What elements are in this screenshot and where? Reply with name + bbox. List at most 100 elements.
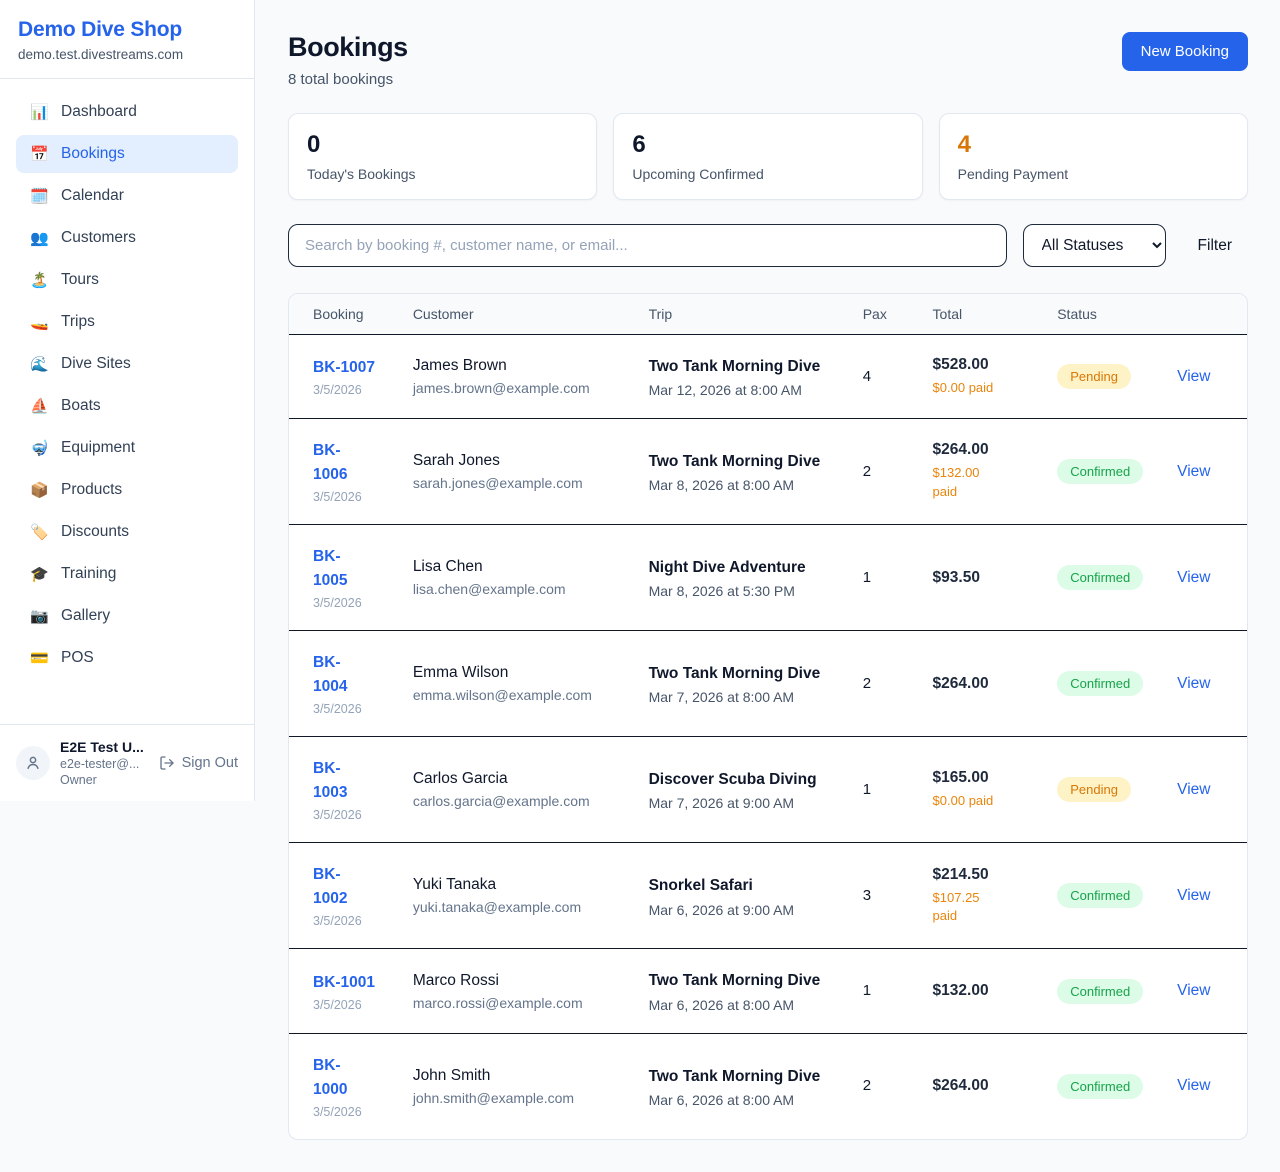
table-row: BK-10073/5/2026James Brownjames.brown@ex… xyxy=(289,335,1247,419)
trip-date: Mar 6, 2026 at 9:00 AM xyxy=(649,902,839,918)
booking-id-link[interactable]: BK- 1004 xyxy=(313,651,347,699)
booking-id-link[interactable]: BK-1001 xyxy=(313,971,375,995)
booking-cell: BK-10013/5/2026 xyxy=(289,949,401,1033)
total-amount: $264.00 xyxy=(933,675,1034,693)
controls-row: All Statuses Filter xyxy=(288,224,1248,267)
pax-cell: 1 xyxy=(851,525,921,631)
sidebar-item-label: Boats xyxy=(61,397,101,415)
sidebar-item-bookings[interactable]: 📅Bookings xyxy=(16,135,238,173)
trip-cell: Two Tank Morning DiveMar 8, 2026 at 8:00… xyxy=(637,419,851,525)
package-icon: 📦 xyxy=(30,483,48,498)
booking-cell: BK- 10023/5/2026 xyxy=(289,843,401,949)
trip-cell: Two Tank Morning DiveMar 12, 2026 at 8:0… xyxy=(637,335,851,419)
sidebar-item-customers[interactable]: 👥Customers xyxy=(16,219,238,257)
sidebar-item-tours[interactable]: 🏝️Tours xyxy=(16,261,238,299)
sidebar-item-discounts[interactable]: 🏷️Discounts xyxy=(16,513,238,551)
total-amount: $264.00 xyxy=(933,1077,1034,1095)
pax-cell: 4 xyxy=(851,335,921,419)
calendar-bookings-icon: 📅 xyxy=(30,147,48,162)
booking-cell: BK- 1000 3/5/2026 xyxy=(289,1033,401,1139)
search-input[interactable] xyxy=(288,224,1007,267)
customer-email: carlos.garcia@example.com xyxy=(413,793,625,809)
view-link[interactable]: View xyxy=(1177,368,1210,385)
brand-title: Demo Dive Shop xyxy=(18,18,236,42)
sidebar-item-dashboard[interactable]: 📊Dashboard xyxy=(16,93,238,131)
status-badge: Confirmed xyxy=(1057,979,1143,1004)
status-badge: Pending xyxy=(1057,777,1131,802)
pax-value: 4 xyxy=(863,368,871,385)
booking-date: 3/5/2026 xyxy=(313,490,389,504)
customer-name: Yuki Tanaka xyxy=(413,876,625,894)
sidebar-nav: 📊Dashboard 📅Bookings 🗓️Calendar 👥Customers 🏝… xyxy=(0,79,254,724)
sidebar-item-gallery[interactable]: 📷Gallery xyxy=(16,597,238,635)
pax-cell: 1 xyxy=(851,737,921,843)
sidebar-item-pos[interactable]: 💳POS xyxy=(16,639,238,677)
page-header: Bookings 8 total bookings New Booking xyxy=(288,32,1248,88)
status-filter-select[interactable]: All Statuses xyxy=(1023,224,1166,267)
pax-cell: 2 xyxy=(851,419,921,525)
sidebar-item-calendar[interactable]: 🗓️Calendar xyxy=(16,177,238,215)
booking-date: 3/5/2026 xyxy=(313,808,389,822)
customer-cell: Lisa Chenlisa.chen@example.com xyxy=(401,525,637,631)
sidebar-item-training[interactable]: 🎓Training xyxy=(16,555,238,593)
total-cell: $528.00$0.00 paid xyxy=(921,335,1046,419)
status-cell: Pending xyxy=(1045,737,1165,843)
booking-id-link[interactable]: BK- 1003 xyxy=(313,757,347,805)
pax-cell: 2 xyxy=(851,1033,921,1139)
sidebar-item-products[interactable]: 📦Products xyxy=(16,471,238,509)
speedboat-icon: 🚤 xyxy=(30,315,48,330)
trip-date: Mar 7, 2026 at 8:00 AM xyxy=(649,689,839,705)
view-link[interactable]: View xyxy=(1177,982,1210,999)
page-title: Bookings xyxy=(288,32,408,63)
sidebar-item-dive-sites[interactable]: 🌊Dive Sites xyxy=(16,345,238,383)
sidebar-item-label: Tours xyxy=(61,271,99,289)
customer-name: Emma Wilson xyxy=(413,664,625,682)
user-info: E2E Test U... e2e-tester@... Owner xyxy=(60,739,149,787)
sidebar-item-trips[interactable]: 🚤 Trips xyxy=(16,303,238,341)
trip-cell: Two Tank Morning DiveMar 6, 2026 at 8:00… xyxy=(637,949,851,1033)
avatar xyxy=(16,746,50,780)
total-cell: $264.00 xyxy=(921,631,1046,737)
sidebar-item-label: Trips xyxy=(61,313,95,331)
customer-cell: John Smithjohn.smith@example.com xyxy=(401,1033,637,1139)
table-body: BK-10073/5/2026James Brownjames.brown@ex… xyxy=(289,335,1247,1139)
view-link[interactable]: View xyxy=(1177,1077,1210,1094)
status-badge: Confirmed xyxy=(1057,459,1143,484)
sign-out-button[interactable]: Sign Out xyxy=(159,755,238,771)
filter-button[interactable]: Filter xyxy=(1182,237,1248,255)
booking-id-link[interactable]: BK- 1005 xyxy=(313,545,347,593)
new-booking-button[interactable]: New Booking xyxy=(1122,32,1248,71)
customer-email: marco.rossi@example.com xyxy=(413,995,625,1011)
sidebar: Demo Dive Shop demo.test.divestreams.com… xyxy=(0,0,255,801)
brand-domain: demo.test.divestreams.com xyxy=(18,47,236,62)
view-link[interactable]: View xyxy=(1177,675,1210,692)
booking-date: 3/5/2026 xyxy=(313,1105,389,1119)
status-cell: Pending xyxy=(1045,335,1165,419)
booking-id-link[interactable]: BK-1007 xyxy=(313,356,375,380)
sidebar-item-equipment[interactable]: 🤿Equipment xyxy=(16,429,238,467)
view-cell: View xyxy=(1165,1033,1247,1139)
page-subtitle: 8 total bookings xyxy=(288,71,408,88)
table-row: BK- 10063/5/2026Sarah Jonessarah.jones@e… xyxy=(289,419,1247,525)
status-badge: Pending xyxy=(1057,364,1131,389)
view-link[interactable]: View xyxy=(1177,569,1210,586)
view-link[interactable]: View xyxy=(1177,887,1210,904)
pax-value: 1 xyxy=(863,569,871,586)
total-cell: $132.00 xyxy=(921,949,1046,1033)
booking-id-link[interactable]: BK- 1002 xyxy=(313,863,347,911)
sidebar-item-boats[interactable]: ⛵Boats xyxy=(16,387,238,425)
customer-email: lisa.chen@example.com xyxy=(413,581,625,597)
stat-card-upcoming-confirmed: 6 Upcoming Confirmed xyxy=(613,113,922,200)
booking-id-link[interactable]: BK- 1000 xyxy=(313,1054,347,1102)
booking-id-link[interactable]: BK- 1006 xyxy=(313,439,347,487)
table-row: BK- 10023/5/2026Yuki Tanakayuki.tanaka@e… xyxy=(289,843,1247,949)
view-link[interactable]: View xyxy=(1177,463,1210,480)
total-amount: $214.50 xyxy=(933,866,1034,884)
sign-out-label: Sign Out xyxy=(182,755,238,771)
trip-name: Two Tank Morning Dive xyxy=(649,969,824,992)
sidebar-item-label: Calendar xyxy=(61,187,124,205)
view-link[interactable]: View xyxy=(1177,781,1210,798)
customer-cell: Marco Rossimarco.rossi@example.com xyxy=(401,949,637,1033)
sidebar-item-label: Equipment xyxy=(61,439,135,457)
status-cell: Confirmed xyxy=(1045,843,1165,949)
